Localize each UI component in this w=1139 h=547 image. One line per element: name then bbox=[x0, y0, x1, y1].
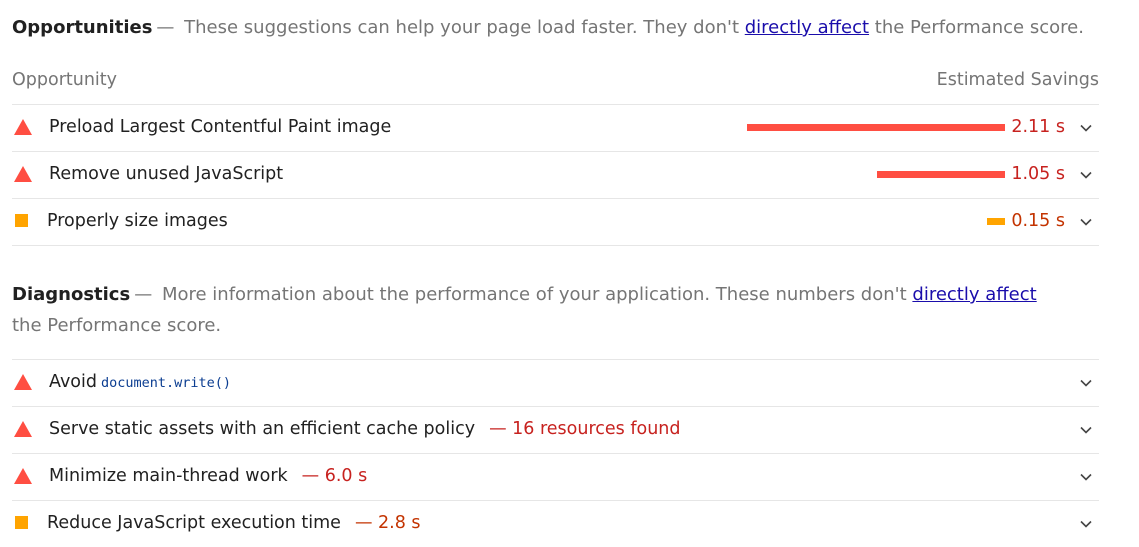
opportunities-heading: Opportunities bbox=[12, 17, 153, 38]
opportunity-row-size-images[interactable]: Properly size images 0.15 s bbox=[12, 198, 1099, 246]
audit-code: document.write() bbox=[100, 375, 232, 391]
audit-title: Preload Largest Contentful Paint image bbox=[49, 117, 392, 137]
audit-detail: — 6.0 s bbox=[301, 466, 368, 486]
audit-title: Minimize main-thread work — 6.0 s bbox=[49, 466, 367, 486]
red-triangle-icon bbox=[14, 468, 32, 484]
savings-value: 1.05 s bbox=[1011, 164, 1065, 184]
audit-title: Remove unused JavaScript bbox=[49, 164, 284, 184]
audit-detail: — 16 resources found bbox=[489, 419, 681, 439]
diagnostics-heading: Diagnostics bbox=[12, 284, 131, 305]
opportunity-row-preload-lcp[interactable]: Preload Largest Contentful Paint image 2… bbox=[12, 104, 1099, 151]
red-triangle-icon bbox=[14, 166, 32, 182]
chevron-down-icon[interactable] bbox=[1079, 423, 1093, 437]
opportunities-column-header: Opportunity Estimated Savings bbox=[12, 70, 1099, 104]
chevron-down-icon[interactable] bbox=[1079, 215, 1093, 229]
audit-title: Properly size images bbox=[47, 211, 228, 231]
chevron-down-icon[interactable] bbox=[1079, 121, 1093, 135]
savings-bar bbox=[987, 218, 1005, 225]
audit-detail: — 2.8 s bbox=[354, 513, 421, 533]
red-triangle-icon bbox=[14, 374, 32, 390]
savings-value: 0.15 s bbox=[1011, 211, 1065, 231]
directly-affect-link[interactable]: directly affect bbox=[912, 284, 1036, 305]
audit-title-text: Serve static assets with an efficient ca… bbox=[49, 419, 476, 439]
orange-square-icon bbox=[15, 516, 28, 529]
chevron-down-icon[interactable] bbox=[1079, 470, 1093, 484]
chevron-down-icon[interactable] bbox=[1079, 376, 1093, 390]
diagnostics-description: More information about the performance o… bbox=[161, 284, 907, 305]
column-opportunity: Opportunity bbox=[12, 70, 118, 90]
heading-dash: — bbox=[134, 284, 153, 305]
orange-square-icon bbox=[15, 214, 28, 227]
heading-dash: — bbox=[156, 17, 175, 38]
diagnostics-header: Diagnostics — More information about the … bbox=[12, 279, 1052, 341]
chevron-down-icon[interactable] bbox=[1079, 168, 1093, 182]
savings-bar bbox=[747, 124, 1005, 131]
opportunities-header: Opportunities — These suggestions can hel… bbox=[12, 12, 1084, 43]
directly-affect-link[interactable]: directly affect bbox=[745, 17, 869, 38]
audit-title: Reduce JavaScript execution time — 2.8 s bbox=[47, 513, 421, 533]
audit-title: Avoid document.write() bbox=[49, 372, 231, 392]
savings-bar bbox=[877, 171, 1005, 178]
audit-title-text: Reduce JavaScript execution time bbox=[47, 513, 341, 533]
column-estimated-savings: Estimated Savings bbox=[936, 70, 1099, 90]
chevron-down-icon[interactable] bbox=[1079, 517, 1093, 531]
savings-value: 2.11 s bbox=[1011, 117, 1065, 137]
diagnostic-row-main-thread[interactable]: Minimize main-thread work — 6.0 s bbox=[12, 453, 1099, 500]
audit-title: Serve static assets with an efficient ca… bbox=[49, 419, 681, 439]
diagnostics-description-end: the Performance score. bbox=[12, 315, 222, 336]
red-triangle-icon bbox=[14, 421, 32, 437]
audit-title-text: Avoid bbox=[49, 372, 97, 392]
red-triangle-icon bbox=[14, 119, 32, 135]
audit-title-text: Minimize main-thread work bbox=[49, 466, 288, 486]
opportunities-description: These suggestions can help your page loa… bbox=[184, 17, 740, 38]
diagnostic-row-js-execution[interactable]: Reduce JavaScript execution time — 2.8 s bbox=[12, 500, 1099, 547]
opportunity-row-unused-js[interactable]: Remove unused JavaScript 1.05 s bbox=[12, 151, 1099, 198]
diagnostic-row-cache-policy[interactable]: Serve static assets with an efficient ca… bbox=[12, 406, 1099, 453]
opportunities-description-end: the Performance score. bbox=[874, 17, 1084, 38]
diagnostic-row-document-write[interactable]: Avoid document.write() bbox=[12, 359, 1099, 406]
